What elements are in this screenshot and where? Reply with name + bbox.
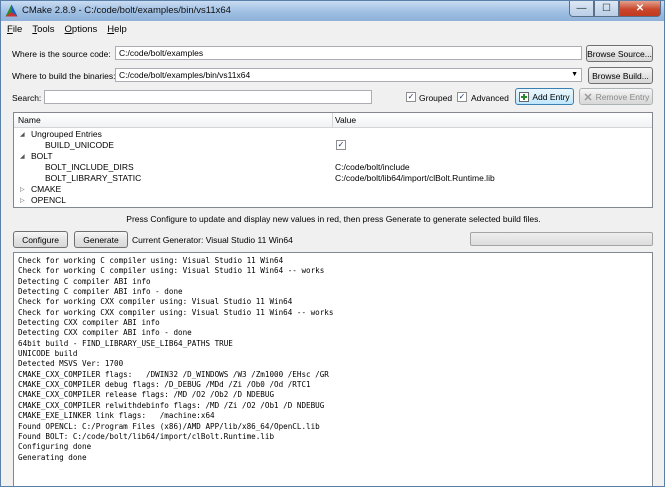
- collapsed-arrow-icon[interactable]: ▷: [20, 186, 25, 193]
- window-title: CMake 2.8.9 - C:/code/bolt/examples/bin/…: [22, 5, 231, 16]
- search-input[interactable]: [44, 90, 372, 104]
- column-divider[interactable]: [332, 113, 333, 127]
- tree-row-value[interactable]: C:/code/bolt/lib64/import/clBolt.Runtime…: [335, 173, 495, 183]
- tree-group-ungrouped[interactable]: ◢ Ungrouped Entries: [14, 129, 652, 140]
- browse-build-button[interactable]: Browse Build...: [588, 67, 653, 84]
- output-line: Check for working CXX compiler using: Vi…: [18, 307, 334, 317]
- output-line: Detecting C compiler ABI info - done: [18, 287, 183, 297]
- output-line: CMAKE_CXX_COMPILER relwithdebinfo flags:…: [18, 400, 325, 410]
- minimize-icon: —: [576, 3, 587, 14]
- output-line: CMAKE_CXX_COMPILER debug flags: /D_DEBUG…: [18, 380, 311, 390]
- grouped-label: Grouped: [419, 93, 453, 103]
- window-controls: — ☐ ✕: [569, 1, 661, 18]
- minimize-button[interactable]: —: [569, 1, 594, 17]
- menu-bar: File Tools Options Help: [2, 22, 132, 38]
- tree-entry-bolt-include-dirs[interactable]: BOLT_INCLUDE_DIRS C:/code/bolt/include: [14, 162, 652, 173]
- add-entry-icon: [519, 91, 530, 102]
- menu-help[interactable]: Help: [102, 22, 132, 38]
- output-log[interactable]: Check for working C compiler using: Visu…: [13, 252, 653, 486]
- remove-entry-label: Remove Entry: [595, 91, 650, 102]
- output-line: Configuring done: [18, 442, 92, 452]
- collapsed-arrow-icon[interactable]: ▷: [20, 197, 25, 204]
- tree-header: Name Value: [14, 113, 652, 128]
- close-button[interactable]: ✕: [619, 1, 661, 17]
- expanded-arrow-icon[interactable]: ◢: [20, 153, 25, 160]
- column-header-value[interactable]: Value: [335, 115, 356, 125]
- configure-hint-text: Press Configure to update and display ne…: [126, 214, 541, 224]
- tree-group-bolt[interactable]: ◢ BOLT: [14, 151, 652, 162]
- generate-button[interactable]: Generate: [74, 231, 128, 248]
- tree-entry-bolt-library-static[interactable]: BOLT_LIBRARY_STATIC C:/code/bolt/lib64/i…: [14, 173, 652, 184]
- build-unicode-checkbox[interactable]: ✓: [336, 140, 346, 150]
- add-entry-label: Add Entry: [532, 91, 570, 102]
- output-line: Found OPENCL: C:/Program Files (x86)/AMD…: [18, 421, 320, 431]
- output-line: UNICODE build: [18, 349, 78, 359]
- maximize-button[interactable]: ☐: [594, 1, 619, 17]
- tree-row-name: BUILD_UNICODE: [45, 140, 114, 150]
- check-icon: ✓: [337, 140, 345, 149]
- tree-row-name: BOLT_INCLUDE_DIRS: [45, 162, 134, 172]
- tree-row-name: Ungrouped Entries: [31, 129, 102, 139]
- column-header-name[interactable]: Name: [18, 115, 41, 125]
- menu-tools[interactable]: Tools: [27, 22, 59, 38]
- source-path-input[interactable]: C:/code/bolt/examples: [115, 46, 582, 60]
- output-line: Check for working C compiler using: Visu…: [18, 266, 325, 276]
- output-line: Generating done: [18, 452, 87, 462]
- current-generator-label: Current Generator: Visual Studio 11 Win6…: [132, 235, 293, 245]
- output-line: Check for working CXX compiler using: Vi…: [18, 297, 293, 307]
- browse-source-button[interactable]: Browse Source...: [586, 45, 653, 62]
- build-path-value: C:/code/bolt/examples/bin/vs11x64: [119, 70, 251, 80]
- check-icon: ✓: [458, 92, 466, 101]
- title-bar[interactable]: CMake 2.8.9 - C:/code/bolt/examples/bin/…: [1, 1, 664, 21]
- configure-button[interactable]: Configure: [13, 231, 68, 248]
- add-entry-button[interactable]: Add Entry: [515, 88, 574, 105]
- build-path-combobox[interactable]: C:/code/bolt/examples/bin/vs11x64 ▼: [115, 68, 582, 82]
- tree-row-name: OPENCL: [31, 195, 66, 205]
- build-label: Where to build the binaries:: [12, 71, 116, 81]
- dropdown-arrow-icon[interactable]: ▼: [571, 71, 578, 78]
- source-label: Where is the source code:: [12, 49, 111, 59]
- output-line: Detected MSVS Ver: 1700: [18, 359, 124, 369]
- output-line: Found BOLT: C:/code/bolt/lib64/import/cl…: [18, 431, 275, 441]
- output-line: Detecting CXX compiler ABI info: [18, 318, 160, 328]
- progress-bar: [470, 232, 653, 246]
- grouped-checkbox[interactable]: ✓: [406, 92, 416, 102]
- remove-entry-icon: [584, 92, 592, 101]
- tree-row-value[interactable]: C:/code/bolt/include: [335, 162, 410, 172]
- output-line: CMAKE_CXX_COMPILER release flags: /MD /O…: [18, 390, 275, 400]
- advanced-label: Advanced: [471, 93, 509, 103]
- output-line: Detecting C compiler ABI info: [18, 276, 151, 286]
- cmake-window: CMake 2.8.9 - C:/code/bolt/examples/bin/…: [0, 0, 665, 487]
- output-line: CMAKE_EXE_LINKER link flags: /machine:x6…: [18, 411, 215, 421]
- output-line: Check for working C compiler using: Visu…: [18, 256, 284, 265]
- tree-group-cmake[interactable]: ▷ CMAKE: [14, 184, 652, 195]
- tree-row-name: BOLT: [31, 151, 53, 161]
- output-line: CMAKE_CXX_COMPILER flags: /DWIN32 /D_WIN…: [18, 369, 329, 379]
- tree-entry-build-unicode[interactable]: BUILD_UNICODE ✓: [14, 140, 652, 151]
- cmake-triangle-icon: [5, 4, 18, 17]
- close-icon: ✕: [635, 3, 645, 14]
- menu-options[interactable]: Options: [60, 22, 103, 38]
- tree-group-opencl[interactable]: ▷ OPENCL: [14, 195, 652, 206]
- tree-row-name: CMAKE: [31, 184, 62, 194]
- advanced-checkbox[interactable]: ✓: [457, 92, 467, 102]
- maximize-icon: ☐: [602, 3, 611, 14]
- cache-tree[interactable]: Name Value ◢ Ungrouped Entries BUILD_UNI…: [13, 112, 653, 208]
- check-icon: ✓: [407, 92, 415, 101]
- menu-file[interactable]: File: [2, 22, 27, 38]
- tree-row-name: BOLT_LIBRARY_STATIC: [45, 173, 142, 183]
- remove-entry-button[interactable]: Remove Entry: [579, 88, 653, 105]
- output-line: Detecting CXX compiler ABI info - done: [18, 328, 192, 338]
- output-line: 64bit build - FIND_LIBRARY_USE_LIB64_PAT…: [18, 338, 233, 348]
- search-label: Search:: [12, 93, 42, 103]
- expanded-arrow-icon[interactable]: ◢: [20, 131, 25, 138]
